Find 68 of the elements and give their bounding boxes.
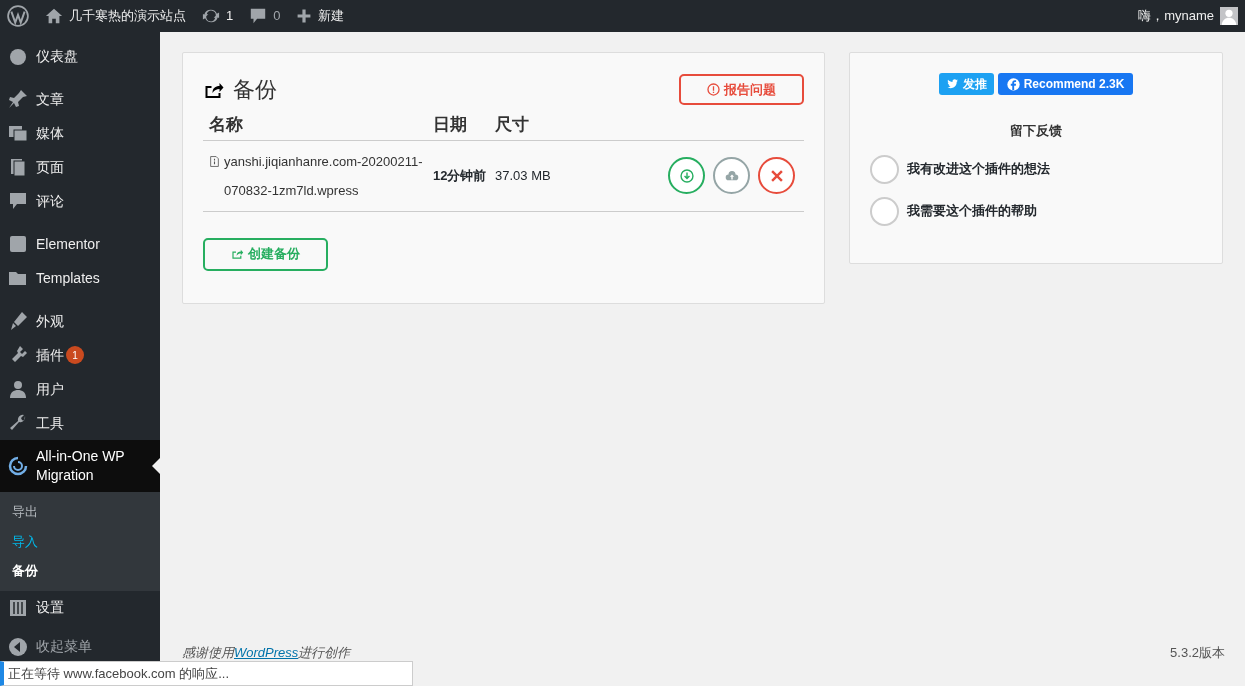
user-icon <box>8 379 28 399</box>
bird-icon <box>945 78 959 90</box>
column-header: 尺寸 <box>493 112 588 140</box>
warning-icon <box>707 83 720 96</box>
download-button[interactable] <box>668 157 705 194</box>
radio-button[interactable] <box>870 196 899 226</box>
sliders-icon <box>8 597 28 618</box>
table-cell: 37.03 MB <box>493 140 588 211</box>
migration-icon <box>8 456 28 476</box>
close-icon <box>769 168 784 183</box>
brush-icon <box>8 311 28 331</box>
radio-button[interactable] <box>870 154 899 184</box>
account-link[interactable]: 嗨，myname <box>1130 0 1245 32</box>
comments-link[interactable]: 0 <box>241 0 289 32</box>
page-title: 备份 <box>233 76 277 104</box>
feedback-heading: 留下反馈 <box>1009 122 1063 140</box>
option-label: 我有改进这个插件的想法 <box>907 160 1050 179</box>
cloud-icon <box>723 168 740 183</box>
wordpress-link[interactable]: WordPress <box>234 644 299 660</box>
site-name-link[interactable]: 几千寒热的演示站点 <box>37 0 194 32</box>
submenu-item[interactable]: 备份 <box>0 556 160 586</box>
loading-status-tooltip: 正在等待 www.facebook.com 的响应... <box>0 660 413 686</box>
file-icon <box>209 154 220 168</box>
menu-label: 插件 <box>36 345 64 365</box>
sidebar-item[interactable]: 工具 <box>0 406 160 440</box>
home-icon <box>45 7 63 25</box>
sidebar-item[interactable]: 文章 <box>0 82 160 116</box>
wordpress-logo-icon <box>7 5 29 27</box>
column-header: 日期 <box>431 112 493 140</box>
column-header: 名称 <box>203 112 431 140</box>
download-icon <box>679 168 694 183</box>
submenu-item[interactable]: 导入 <box>0 526 160 556</box>
plus-icon <box>296 8 313 24</box>
collapse-icon <box>8 636 28 657</box>
new-link[interactable]: 新建 <box>288 0 353 32</box>
sidebar-item[interactable]: 评论 <box>0 184 160 218</box>
option-label: 我需要这个插件的帮助 <box>907 202 1037 221</box>
facebook-icon <box>1006 77 1020 91</box>
comment-icon <box>8 191 28 211</box>
sidebar-item[interactable]: 媒体 <box>0 116 160 150</box>
sidebar-item[interactable]: Templates <box>0 261 160 295</box>
updates-link[interactable]: 1 <box>194 0 242 32</box>
media-icon <box>8 123 28 143</box>
collapse-menu-button[interactable]: 收起菜单 <box>0 633 160 660</box>
sidebar-item[interactable]: 外观 <box>0 304 160 338</box>
sidebar-item[interactable]: 仪表盘 <box>0 39 160 73</box>
pages-icon <box>8 157 28 177</box>
submenu-item[interactable]: 导出 <box>0 497 160 527</box>
sidebar-item[interactable]: 用户 <box>0 372 160 406</box>
recommend-button[interactable]: Recommend 2.3K <box>997 73 1134 95</box>
report-issue-button[interactable]: 报告问题 <box>679 74 804 105</box>
export-icon <box>231 248 244 260</box>
delete-button[interactable] <box>758 157 795 194</box>
footer-text: 感谢使用WordPress进行创作 <box>182 643 351 662</box>
pin-icon <box>8 89 28 109</box>
sidebar-item[interactable]: All-in-One WP Migration <box>0 440 160 492</box>
sidebar-item[interactable]: 设置 <box>0 590 160 625</box>
sidebar-item[interactable]: 插件 1 <box>0 338 160 372</box>
sidebar-item[interactable]: Elementor <box>0 227 160 261</box>
restore-button[interactable] <box>713 157 750 194</box>
file-name: yanshi.jiqianhanre.com-20200211-070832-1zm7ld.wpress <box>224 152 424 200</box>
comment-icon <box>249 7 268 25</box>
update-count-badge: 1 <box>66 346 84 364</box>
table-cell: 12分钟前 <box>431 140 493 211</box>
avatar-icon <box>1220 7 1238 25</box>
refresh-icon <box>202 7 220 25</box>
sidebar-item[interactable]: 页面 <box>0 150 160 184</box>
version-text: 5.3.2版本 <box>1170 643 1225 662</box>
